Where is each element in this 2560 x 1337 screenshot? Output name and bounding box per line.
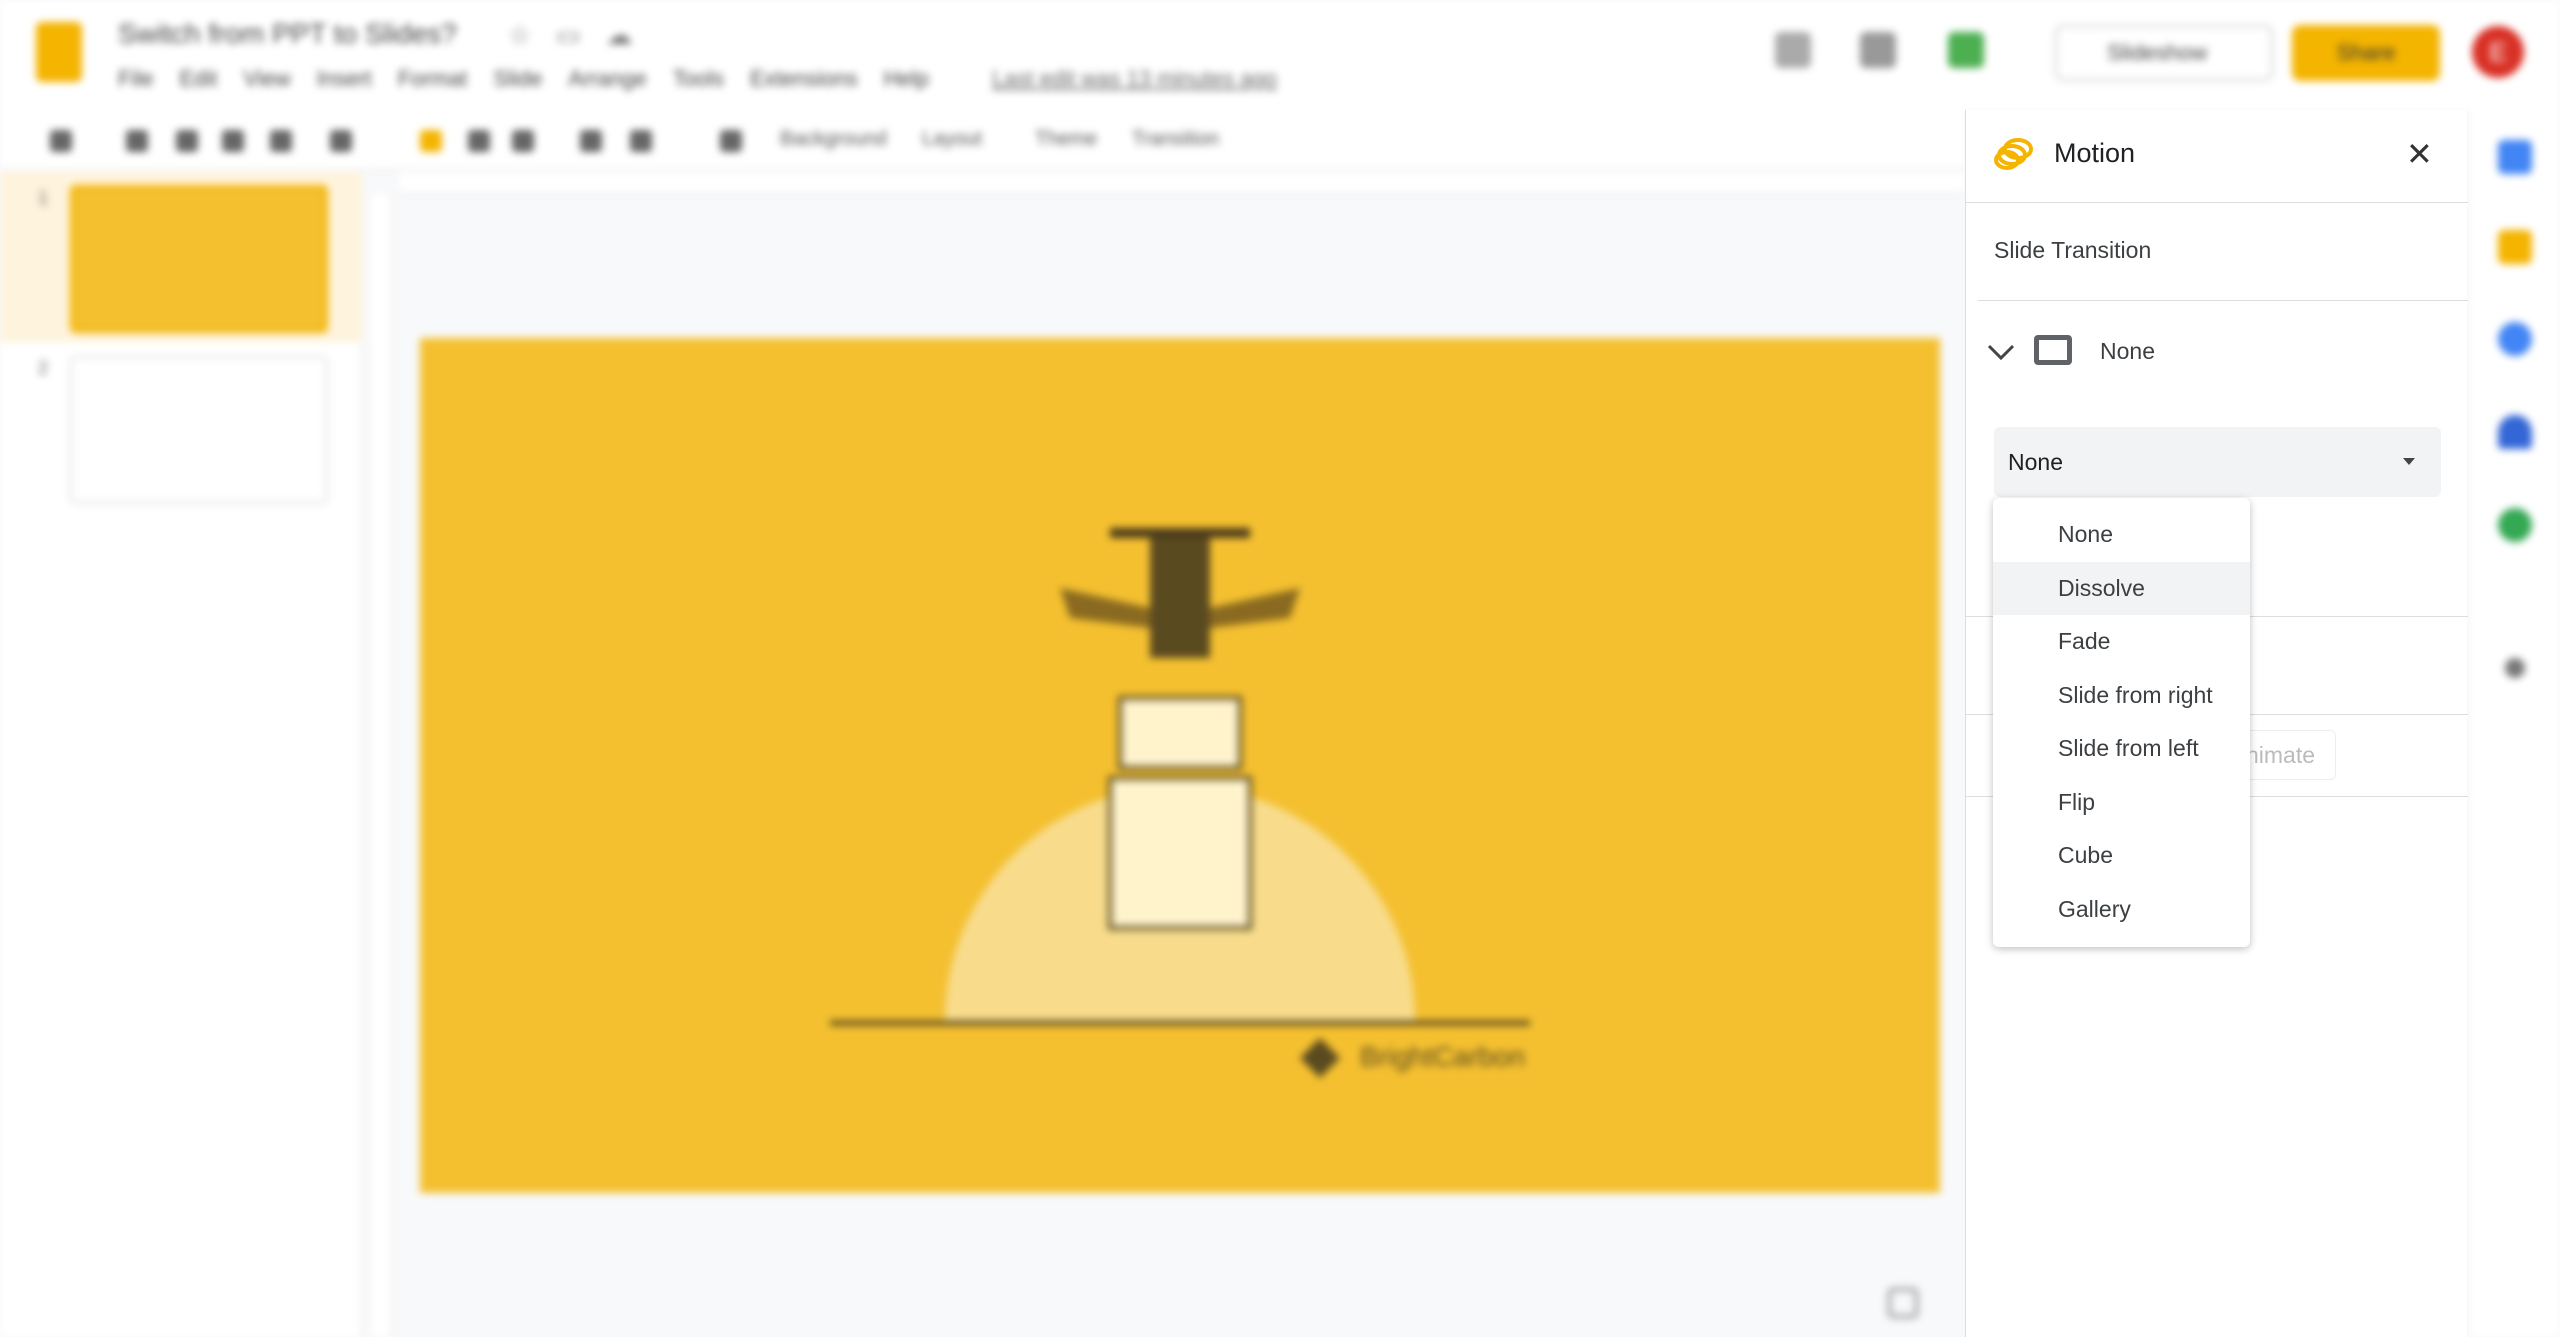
new-slide-icon[interactable] [50, 130, 72, 152]
chevron-down-icon[interactable] [1986, 342, 2016, 362]
shape-icon[interactable] [580, 130, 602, 152]
zoom-icon[interactable] [330, 130, 352, 152]
print-icon[interactable] [222, 130, 244, 152]
divider [1978, 300, 2468, 301]
avatar[interactable]: E [2472, 26, 2524, 78]
slide-thumbnail-1[interactable] [70, 185, 328, 333]
menu-slide[interactable]: Slide [493, 66, 542, 92]
right-side-panel [2467, 110, 2560, 1337]
slide-illustration: BrightCarbon [830, 528, 1530, 1078]
image-icon[interactable] [512, 130, 534, 152]
brightcarbon-logo: BrightCarbon [1360, 1041, 1525, 1072]
menu-arrange[interactable]: Arrange [568, 66, 646, 92]
menu-tools[interactable]: Tools [673, 66, 724, 92]
share-button[interactable]: Share [2292, 25, 2440, 81]
menu-extensions[interactable]: Extensions [750, 66, 858, 92]
redo-icon[interactable] [176, 130, 198, 152]
maps-icon[interactable] [2498, 508, 2532, 542]
horizontal-ruler [400, 172, 1965, 194]
menu-format[interactable]: Format [398, 66, 468, 92]
folder-icon[interactable]: ▭ [556, 20, 581, 51]
transition-dropdown-menu: None Dissolve Fade Slide from right Slid… [1993, 498, 2250, 947]
star-icon[interactable]: ☆ [508, 20, 531, 51]
top-bar: Switch from PPT to Slides? ☆ ▭ ☁ File Ed… [0, 0, 2560, 110]
option-none[interactable]: None [1993, 508, 2250, 562]
menu-edit[interactable]: Edit [179, 66, 217, 92]
tasks-icon[interactable] [2498, 322, 2532, 356]
menu-bar: File Edit View Insert Format Slide Arran… [118, 66, 929, 92]
document-title[interactable]: Switch from PPT to Slides? [118, 18, 457, 50]
undo-icon[interactable] [126, 130, 148, 152]
menu-file[interactable]: File [118, 66, 153, 92]
slide-canvas[interactable]: BrightCarbon [420, 338, 1940, 1193]
add-addon-icon[interactable] [2505, 658, 2525, 678]
comment-icon[interactable] [720, 130, 742, 152]
explore-icon[interactable] [1888, 1288, 1918, 1318]
filmstrip [0, 170, 362, 1337]
option-cube[interactable]: Cube [1993, 829, 2250, 883]
option-slide-from-right[interactable]: Slide from right [1993, 669, 2250, 723]
transition-type-select[interactable]: None [1994, 427, 2441, 497]
menu-view[interactable]: View [243, 66, 290, 92]
vertical-ruler [372, 194, 392, 1337]
last-edit-link[interactable]: Last edit was 13 minutes ago [992, 66, 1277, 92]
paint-format-icon[interactable] [270, 130, 292, 152]
transition-button[interactable]: Transition [1132, 128, 1219, 151]
calendar-icon[interactable] [2498, 140, 2532, 174]
select-value: None [2008, 448, 2063, 475]
option-slide-from-left[interactable]: Slide from left [1993, 722, 2250, 776]
panel-title: Motion [2054, 138, 2136, 168]
slide-number: 1 [38, 188, 49, 208]
option-dissolve[interactable]: Dissolve [1993, 561, 2250, 615]
contacts-icon[interactable] [2498, 415, 2532, 449]
menu-insert[interactable]: Insert [317, 66, 372, 92]
cloud-icon[interactable]: ☁ [606, 20, 632, 51]
slide-number: 2 [38, 358, 49, 378]
section-title: Slide Transition [1994, 237, 2152, 263]
line-icon[interactable] [630, 130, 652, 152]
dropdown-arrow-icon [2403, 458, 2415, 471]
textbox-icon[interactable] [468, 130, 490, 152]
slideshow-button[interactable]: Slideshow [2055, 25, 2273, 81]
panel-header: Motion ✕ [1966, 110, 2468, 203]
background-button[interactable]: Background [780, 128, 887, 151]
theme-button[interactable]: Theme [1035, 128, 1097, 151]
option-fade[interactable]: Fade [1993, 615, 2250, 669]
meet-icon[interactable] [1948, 32, 1984, 68]
select-icon[interactable] [420, 130, 442, 152]
toolbar: Background Layout Theme Transition [0, 110, 1965, 170]
close-icon[interactable]: ✕ [2406, 138, 2433, 170]
slides-logo-icon[interactable] [36, 22, 82, 82]
layout-button[interactable]: Layout [922, 128, 982, 151]
current-transition-label[interactable]: None [2100, 338, 2155, 365]
slide-thumbnail-2[interactable] [70, 356, 328, 504]
keep-icon[interactable] [2498, 230, 2532, 264]
option-flip[interactable]: Flip [1993, 776, 2250, 830]
option-gallery[interactable]: Gallery [1993, 883, 2250, 937]
activity-icon[interactable] [1775, 32, 1811, 68]
slide-icon [2034, 335, 2072, 365]
motion-icon [1994, 138, 2033, 170]
comments-icon[interactable] [1860, 32, 1896, 68]
menu-help[interactable]: Help [884, 66, 929, 92]
